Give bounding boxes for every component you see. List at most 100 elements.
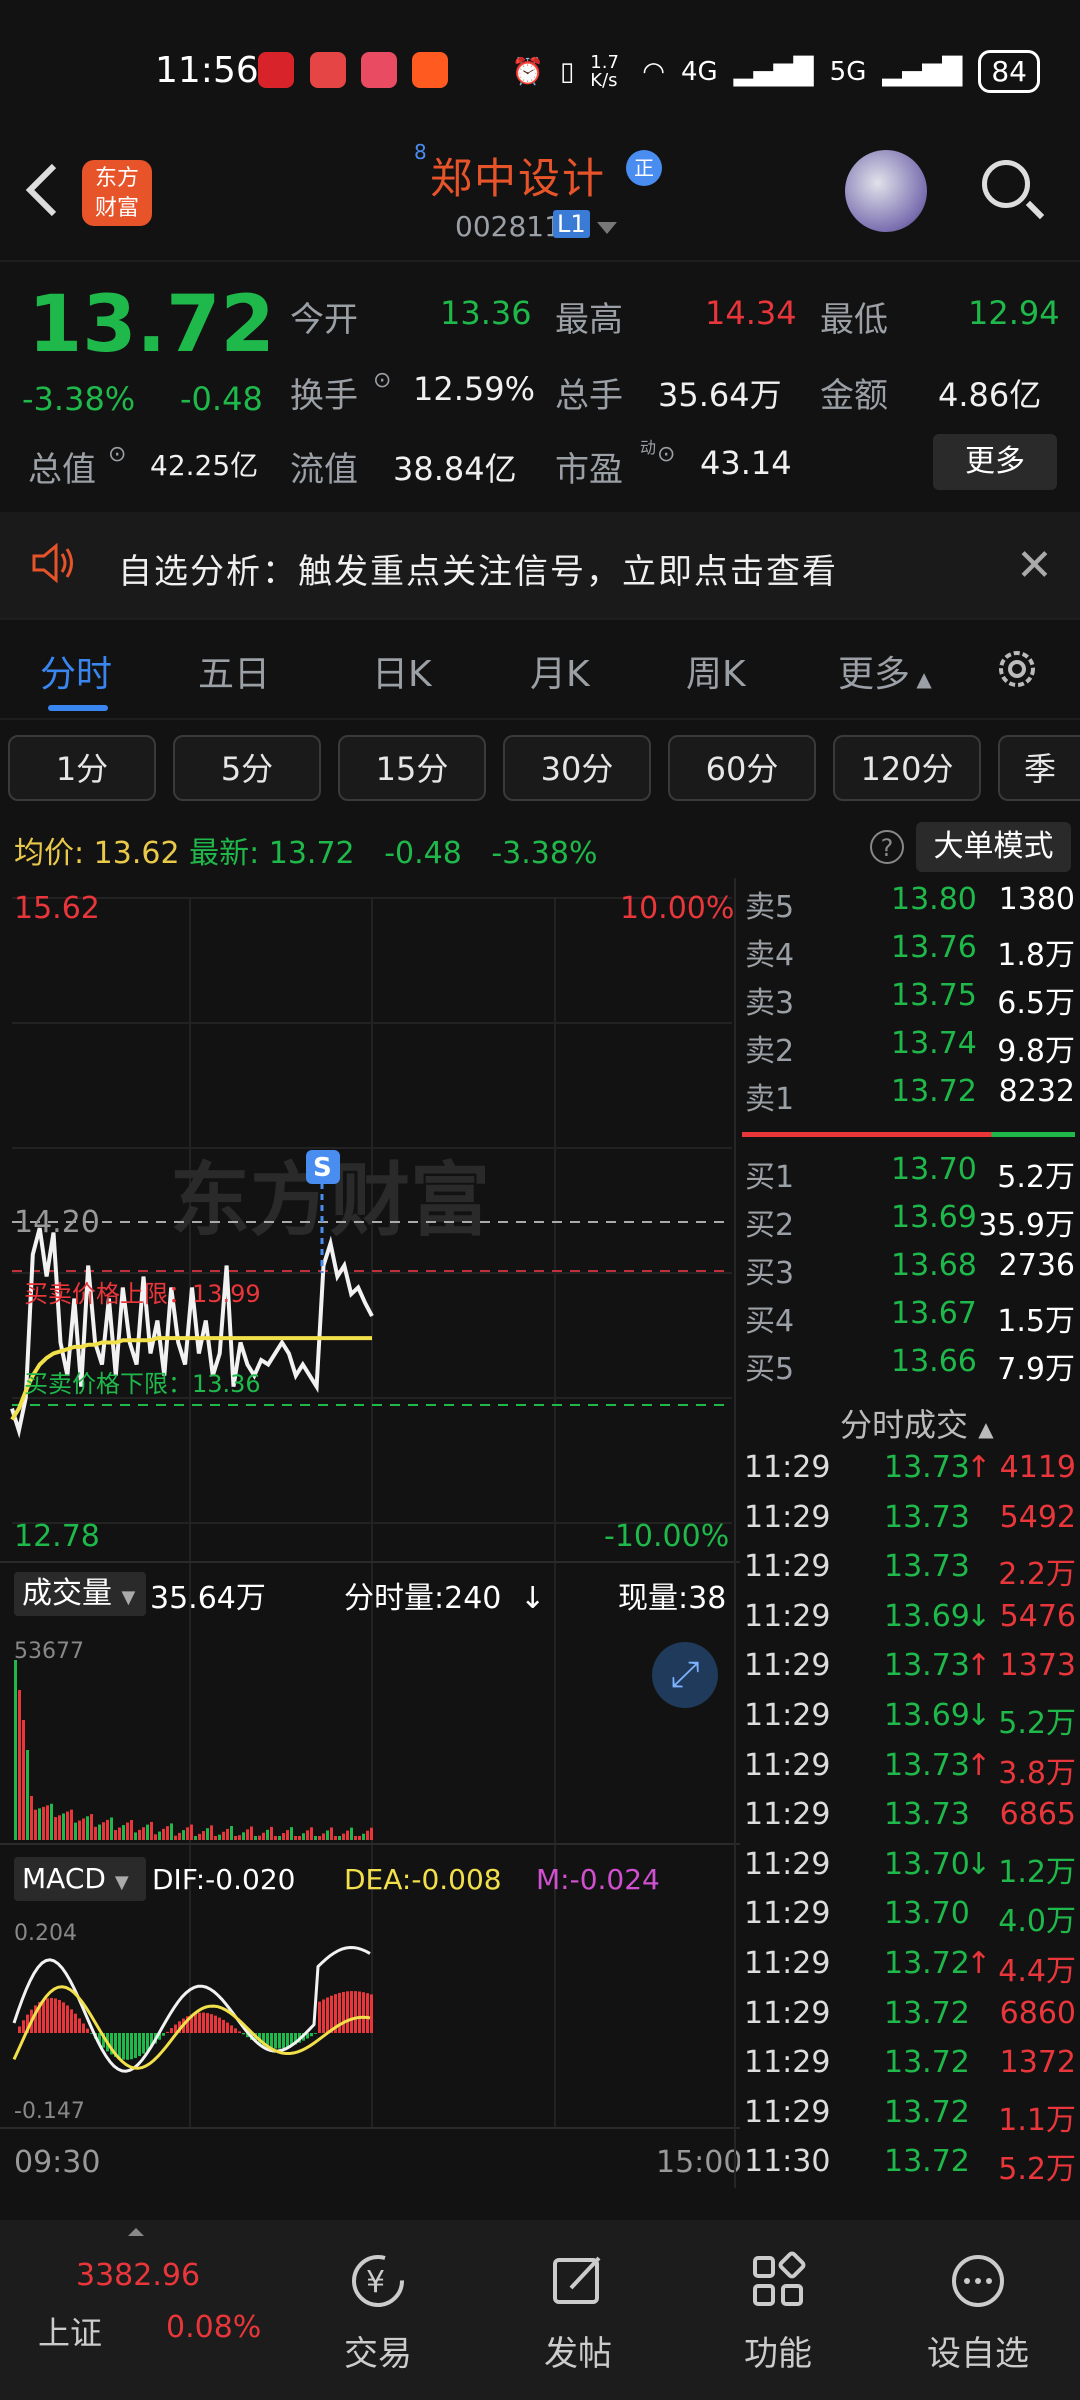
volume-bar — [46, 1805, 49, 1840]
more-button[interactable]: 更多 — [933, 434, 1057, 490]
macd-bar — [138, 2033, 141, 2057]
interval-15min[interactable]: 15分 — [338, 735, 486, 801]
chevron-up-icon[interactable] — [128, 2228, 144, 2236]
trade-price: 13.72 — [884, 1946, 970, 1981]
alarm-icon: ⏰ — [511, 56, 544, 87]
stock-name[interactable]: 郑中设计 — [430, 145, 606, 206]
level-badge[interactable]: L1 — [553, 210, 590, 238]
interval-60min[interactable]: 60分 — [668, 735, 816, 801]
back-arrow-icon[interactable] — [22, 160, 62, 220]
volume-bar — [366, 1830, 369, 1840]
tab-intraday[interactable]: 分时 — [40, 645, 112, 697]
volume-bar — [190, 1824, 193, 1840]
intraday-chart[interactable]: 东方财富 S 15.62 10.00% 14.20 买卖价格上限：13.99 买… — [0, 878, 740, 2188]
trades-title[interactable]: 分时成交 ▲ — [840, 1400, 994, 1446]
trade-row: 11:29 13.72 1372 — [744, 2045, 1076, 2095]
buy-row[interactable]: 买4 13.67 1.5万 — [745, 1296, 1075, 1344]
trade-row: 11:29 13.73 ↑ 1373 — [744, 1648, 1076, 1698]
info-icon[interactable]: ⊙ — [657, 442, 675, 467]
volume-bar — [170, 1823, 173, 1840]
trade-row: 11:29 13.69 ↓ 5.2万 — [744, 1698, 1076, 1748]
macd-selector[interactable]: MACD ▼ — [14, 1857, 146, 1901]
interval-5min[interactable]: 5分 — [173, 735, 321, 801]
tick-volume: 分时量:240 — [344, 1581, 501, 1616]
volume-bar — [166, 1826, 169, 1840]
tab-monthly-k[interactable]: 月K — [530, 645, 590, 697]
interval-30min[interactable]: 30分 — [503, 735, 651, 801]
volume-bar — [74, 1822, 77, 1840]
interval-1min[interactable]: 1分 — [8, 735, 156, 801]
level-price: 13.70 — [891, 1152, 977, 1187]
volume-bar — [106, 1819, 109, 1840]
volume-bar — [22, 1720, 25, 1840]
macd-bar — [230, 2025, 233, 2033]
dropdown-arrow-icon[interactable] — [597, 222, 617, 234]
interval-season[interactable]: 季 — [998, 735, 1080, 801]
volume-bar — [298, 1836, 301, 1840]
search-icon[interactable] — [982, 160, 1030, 208]
buy-row[interactable]: 买5 13.66 7.9万 — [745, 1344, 1075, 1392]
macd-bar — [58, 1999, 61, 2033]
volume-bar — [50, 1803, 53, 1840]
level-volume: 5.2万 — [997, 1160, 1075, 1195]
volume-bar — [214, 1836, 217, 1840]
avg-label: 均价: — [14, 836, 85, 871]
level-price: 13.72 — [891, 1074, 977, 1109]
trade-row: 11:29 13.69 ↓ 5476 — [744, 1599, 1076, 1649]
divider — [0, 618, 1080, 620]
gear-icon[interactable] — [992, 644, 1042, 694]
y-min-label: 12.78 — [14, 1519, 100, 1554]
volume-bar — [18, 1690, 21, 1840]
volume-bar — [314, 1836, 317, 1840]
help-icon[interactable]: ? — [870, 830, 904, 864]
tab-weekly-k[interactable]: 周K — [686, 645, 746, 697]
nav-trade[interactable]: ¥ 交易 — [308, 2250, 448, 2375]
volume-bar — [142, 1827, 145, 1840]
level-price: 13.75 — [891, 978, 977, 1013]
index-name[interactable]: 上证 — [38, 2308, 102, 2354]
banner-text[interactable]: 自选分析：触发重点关注信号，立即点击查看 — [118, 544, 838, 593]
expand-icon[interactable]: ⤢ — [652, 1642, 718, 1708]
robot-assistant-icon[interactable] — [845, 150, 927, 232]
volume-bar — [114, 1830, 117, 1840]
nav-post[interactable]: 发帖 — [508, 2250, 648, 2375]
tab-daily-k[interactable]: 日K — [372, 645, 432, 697]
trade-price: 13.70 — [884, 1896, 970, 1932]
nav-watchlist[interactable]: 设自选 — [908, 2250, 1048, 2375]
sell-row[interactable]: 卖3 13.75 6.5万 — [745, 978, 1075, 1026]
macd-bar — [74, 2013, 77, 2033]
now-volume: 现量:38 — [618, 1581, 726, 1616]
sell-row[interactable]: 卖4 13.76 1.8万 — [745, 930, 1075, 978]
big-order-mode-button[interactable]: 大单模式 — [916, 822, 1071, 872]
app-logo: 东方 财富 — [82, 160, 152, 226]
close-icon[interactable]: ✕ — [1016, 540, 1053, 591]
volume-bar — [194, 1836, 197, 1840]
tab-five-day[interactable]: 五日 — [198, 645, 270, 697]
volume-selector[interactable]: 成交量 ▼ — [14, 1572, 146, 1616]
sell-row[interactable]: 卖1 13.72 8232 — [745, 1074, 1075, 1122]
tab-more[interactable]: 更多 ▲ — [838, 645, 932, 697]
trade-arrow: ↑ — [966, 1450, 992, 1485]
sell-row[interactable]: 卖5 13.80 1380 — [745, 882, 1075, 930]
volume-bar — [270, 1826, 273, 1840]
buy-row[interactable]: 买2 13.69 35.9万 — [745, 1200, 1075, 1248]
mcap-label: 总值 — [28, 450, 96, 490]
stock-code[interactable]: 002811 — [455, 210, 562, 243]
index-value[interactable]: 3382.96 — [76, 2258, 200, 2293]
buy-row[interactable]: 买1 13.70 5.2万 — [745, 1152, 1075, 1200]
sell-row[interactable]: 卖2 13.74 9.8万 — [745, 1026, 1075, 1074]
trade-price: 13.73 — [884, 1549, 970, 1585]
level-volume: 1.5万 — [997, 1304, 1075, 1339]
volume-bar — [70, 1809, 73, 1840]
info-icon[interactable]: ⊙ — [373, 368, 391, 393]
trade-price: 13.69 — [884, 1698, 970, 1733]
info-icon[interactable]: ⊙ — [108, 442, 126, 467]
interval-120min[interactable]: 120分 — [833, 735, 981, 801]
volume-bar — [306, 1830, 309, 1840]
buy-row[interactable]: 买3 13.68 2736 — [745, 1248, 1075, 1296]
volume-bar — [286, 1830, 289, 1840]
amount-value: 4.86亿 — [938, 376, 1042, 414]
nav-function[interactable]: 功能 — [708, 2250, 848, 2375]
grid-icon — [753, 2251, 806, 2306]
index-pct[interactable]: 0.08% — [166, 2310, 261, 2345]
